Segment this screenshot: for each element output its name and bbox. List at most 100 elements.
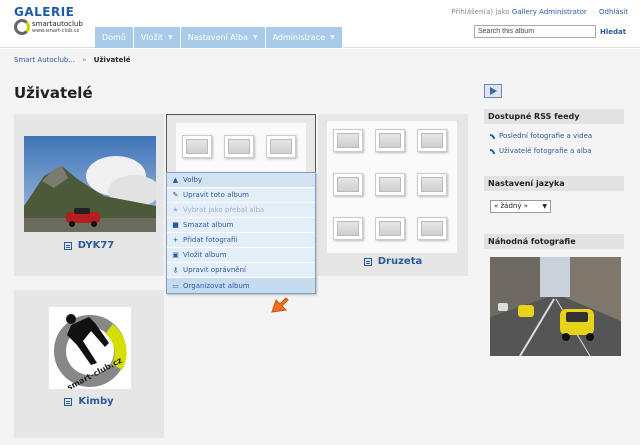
- album-card-druzeta[interactable]: Druzeta: [318, 114, 468, 276]
- logo-url: www.smart-club.cz: [32, 27, 80, 34]
- random-photo[interactable]: [490, 257, 621, 356]
- key-icon: ⚷: [172, 266, 179, 274]
- chevron-down-icon: ▼: [168, 34, 173, 41]
- album-name: Druzeta: [377, 256, 423, 267]
- menu-item-delete-album[interactable]: ■ Smazat album: [167, 218, 315, 233]
- menu-item-label: Organizovat album: [183, 281, 250, 290]
- album-card-kimby[interactable]: smart-club.cz Kimby: [14, 290, 164, 438]
- menu-item-organize-album[interactable]: ▭ Organizovat album: [167, 278, 315, 293]
- site-logo[interactable]: GALERIE smartautoclub www.smart-club.cz: [14, 6, 86, 38]
- language-block-title: Nastavení jazyka: [484, 176, 624, 191]
- logout-link[interactable]: Odhlásit: [599, 8, 628, 16]
- album-caption[interactable]: DYK77: [14, 240, 164, 251]
- nav-label: Nastavení Alba: [187, 33, 248, 42]
- album-placeholder-icon: [417, 173, 447, 196]
- rss-icon: [490, 148, 495, 154]
- album-placeholder-icon: [333, 217, 363, 240]
- star-icon: ★: [172, 206, 179, 214]
- album-placeholder-icon: [417, 217, 447, 240]
- album-placeholder-icon: [266, 135, 296, 158]
- breadcrumb-current: Uživatelé: [93, 56, 131, 64]
- header: GALERIE smartautoclub www.smart-club.cz …: [0, 0, 640, 48]
- nav-item-home[interactable]: Domů: [95, 27, 134, 48]
- album-placeholder-icon: [224, 135, 254, 158]
- chevron-down-icon: ▼: [330, 34, 335, 41]
- album-placeholder-icon: [417, 129, 447, 152]
- smart-club-logo: smart-club.cz: [54, 314, 127, 392]
- rss-block-title: Dostupné RSS feedy: [484, 109, 624, 124]
- album-name: DYK77: [77, 240, 115, 251]
- rss-link-latest[interactable]: Poslední fotografie a videa: [490, 132, 592, 140]
- rss-icon: [490, 133, 495, 139]
- menu-item-edit-album[interactable]: ✎ Upravit toto album: [167, 188, 315, 203]
- menu-item-label: Smazat album: [183, 221, 234, 229]
- menu-item-add-album[interactable]: ▣ Vložit album: [167, 248, 315, 263]
- trash-icon: ■: [172, 221, 179, 229]
- menu-item-add-photo[interactable]: + Přidat fotografii: [167, 233, 315, 248]
- breadcrumb-separator: »: [82, 56, 87, 64]
- main-nav: Domů Vložit ▼ Nastavení Alba ▼ Administrac…: [95, 27, 343, 48]
- album-thumbnail[interactable]: [327, 121, 457, 253]
- chevron-down-icon: ▼: [542, 203, 547, 210]
- album-thumbnail[interactable]: smart-club.cz: [49, 307, 131, 392]
- album-caption[interactable]: Druzeta: [318, 256, 468, 267]
- album-placeholder-icon: [375, 217, 405, 240]
- user-info: Přihlášen(a) jako Gallery Administrator …: [451, 8, 628, 16]
- nav-item-album-settings[interactable]: Nastavení Alba ▼: [180, 27, 266, 48]
- menu-item-label: Vložit album: [183, 251, 227, 259]
- album-icon: [363, 257, 372, 266]
- user-name-link[interactable]: Gallery Administrator: [512, 8, 587, 16]
- folder-icon: ▭: [172, 281, 179, 290]
- menu-item-label: Upravit toto album: [183, 191, 250, 199]
- logo-brand: smartautoclub: [32, 19, 83, 28]
- nav-label: Administrace: [272, 33, 326, 42]
- menu-header-label: Volby: [183, 176, 203, 184]
- plus-icon: +: [172, 236, 179, 244]
- breadcrumb: Smart Autoclub... » Uživatelé: [14, 56, 130, 64]
- chevron-up-icon: ▲: [172, 176, 179, 184]
- user-prefix: Přihlášen(a) jako: [451, 8, 510, 16]
- breadcrumb-parent[interactable]: Smart Autoclub...: [14, 56, 75, 64]
- rss-link-label: Poslední fotografie a videa: [499, 132, 593, 140]
- album-name: Kimby: [78, 396, 114, 407]
- menu-item-label: Přidat fotografii: [183, 236, 238, 244]
- album-icon: [63, 241, 72, 250]
- nav-item-admin[interactable]: Administrace ▼: [265, 27, 343, 48]
- logo-title: GALERIE: [14, 5, 75, 19]
- menu-item-permissions[interactable]: ⚷ Upravit oprávnění: [167, 263, 315, 278]
- slideshow-icon[interactable]: [484, 84, 502, 98]
- menu-header[interactable]: ▲ Volby: [167, 173, 315, 188]
- page-title: Uživatelé: [14, 84, 93, 102]
- album-caption[interactable]: Kimby: [14, 396, 164, 407]
- random-photo-block-title: Náhodná fotografie: [484, 234, 624, 249]
- logo-circle-icon: [14, 19, 30, 35]
- mountain-car-photo: [24, 136, 156, 232]
- cursor-arrow-icon: [271, 297, 289, 313]
- album-thumbnail[interactable]: [24, 136, 156, 232]
- album-icon: ▣: [172, 251, 179, 259]
- search-button[interactable]: Hledat: [600, 28, 626, 36]
- pencil-icon: ✎: [172, 191, 179, 199]
- menu-item-set-cover: ★ Vybrat jako přebal alba: [167, 203, 315, 218]
- album-card-dyk77[interactable]: DYK77: [14, 114, 164, 276]
- menu-item-label: Upravit oprávnění: [183, 266, 246, 274]
- search-form: Hledat: [474, 25, 626, 38]
- rss-link-users[interactable]: Uživatelé fotografie a alba: [490, 147, 592, 155]
- search-input[interactable]: [474, 25, 596, 38]
- chevron-down-icon: ▼: [252, 34, 258, 41]
- nav-label: Vložit: [140, 33, 164, 42]
- album-placeholder-icon: [375, 173, 405, 196]
- street-car-photo: [490, 257, 621, 356]
- album-icon: [64, 397, 73, 406]
- album-placeholder-icon: [375, 129, 405, 152]
- album-context-menu: ▲ Volby ✎ Upravit toto album ★ Vybrat jako …: [166, 172, 316, 294]
- album-placeholder-icon: [182, 135, 212, 158]
- language-select-value: « žádný »: [494, 202, 529, 210]
- album-placeholder-icon: [333, 129, 363, 152]
- nav-item-add[interactable]: Vložit ▼: [133, 27, 181, 48]
- album-thumbnail[interactable]: [176, 123, 306, 173]
- language-select[interactable]: « žádný » ▼: [490, 200, 551, 213]
- album-placeholder-icon: [333, 173, 363, 196]
- rss-link-label: Uživatelé fotografie a alba: [499, 147, 592, 155]
- nav-label: Domů: [102, 33, 126, 42]
